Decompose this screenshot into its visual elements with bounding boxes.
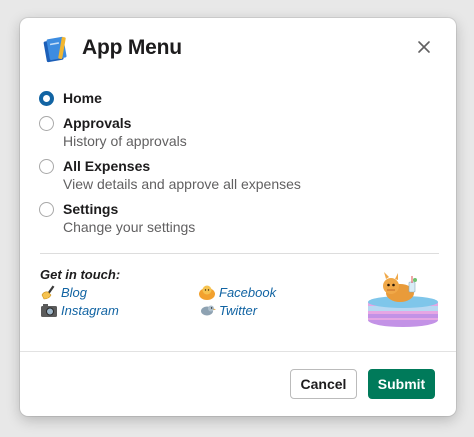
submit-button[interactable]: Submit bbox=[368, 369, 435, 399]
pool-mascot-image bbox=[368, 272, 438, 327]
option-label: Approvals bbox=[63, 115, 132, 131]
camera-icon bbox=[41, 304, 57, 317]
twitter-link[interactable]: Twitter bbox=[198, 302, 257, 318]
option-description: Change your settings bbox=[63, 219, 196, 235]
contact-heading: Get in touch: bbox=[40, 267, 121, 282]
option-description: View details and approve all expenses bbox=[63, 176, 301, 192]
facebook-label: Facebook bbox=[219, 285, 277, 300]
instagram-link[interactable]: Instagram bbox=[40, 302, 119, 318]
blog-label: Blog bbox=[61, 285, 88, 300]
person-icon bbox=[199, 285, 215, 300]
close-icon[interactable] bbox=[414, 37, 434, 57]
modal-title: App Menu bbox=[82, 36, 182, 59]
modal-header: App Menu bbox=[20, 18, 456, 80]
bird-icon bbox=[201, 305, 216, 316]
option-description: History of approvals bbox=[63, 133, 187, 149]
radio-all-expenses[interactable] bbox=[39, 159, 54, 174]
section-divider bbox=[40, 253, 439, 254]
twitter-label: Twitter bbox=[219, 303, 258, 318]
radio-home[interactable] bbox=[39, 91, 54, 106]
radio-approvals[interactable] bbox=[39, 116, 54, 131]
option-settings[interactable]: Settings Change your settings bbox=[39, 201, 429, 239]
option-label: Settings bbox=[63, 201, 119, 217]
option-home[interactable]: Home bbox=[39, 90, 429, 110]
option-label: Home bbox=[63, 90, 102, 106]
instagram-label: Instagram bbox=[61, 303, 119, 318]
cancel-button[interactable]: Cancel bbox=[290, 369, 357, 399]
footer-divider bbox=[20, 351, 456, 352]
option-approvals[interactable]: Approvals History of approvals bbox=[39, 115, 429, 153]
radio-settings[interactable] bbox=[39, 202, 54, 217]
notebook-icon bbox=[43, 36, 67, 63]
facebook-link[interactable]: Facebook bbox=[198, 284, 276, 300]
option-label: All Expenses bbox=[63, 158, 151, 174]
option-all-expenses[interactable]: All Expenses View details and approve al… bbox=[39, 158, 429, 196]
writing-hand-icon bbox=[41, 285, 55, 300]
app-menu-modal: App Menu Home Approvals History of appro… bbox=[20, 18, 456, 416]
blog-link[interactable]: Blog bbox=[40, 284, 87, 300]
